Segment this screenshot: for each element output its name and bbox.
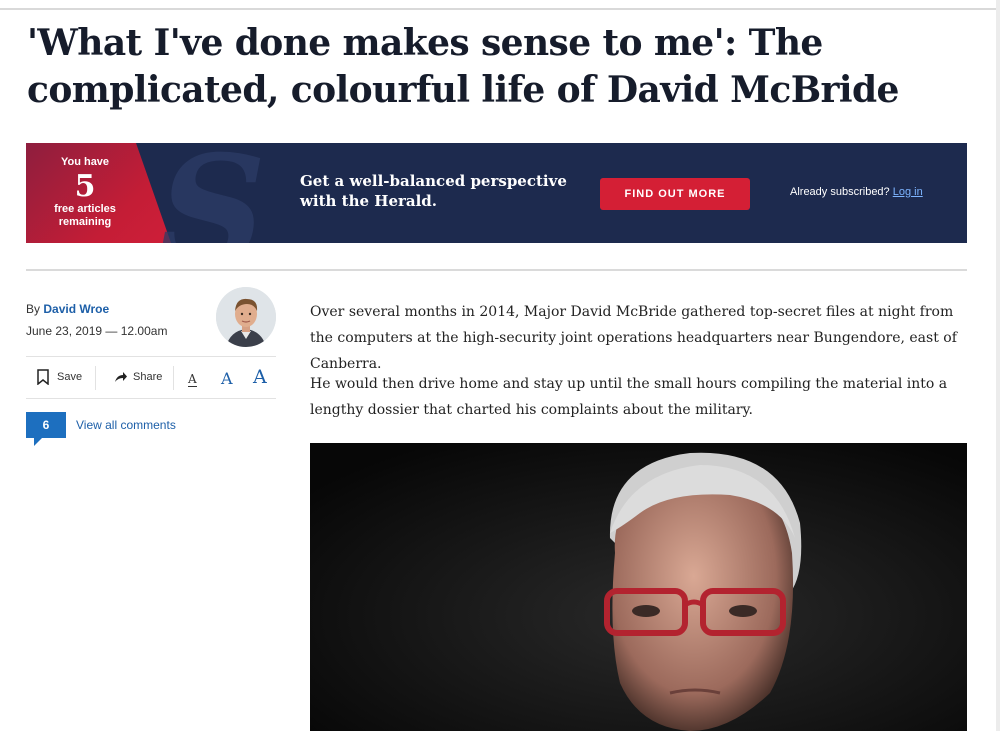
view-all-comments-link[interactable]: View all comments: [76, 418, 176, 432]
already-subscribed-text: Already subscribed?: [790, 186, 890, 198]
comment-bubble-tail: [34, 438, 42, 446]
tool-separator: [95, 366, 96, 390]
already-subscribed: Already subscribed? Log in: [790, 186, 923, 198]
byline-prefix: By: [26, 302, 41, 316]
free-articles-counter: You have 5 free articles remaining: [26, 143, 144, 243]
bookmark-icon: [37, 369, 49, 385]
section-divider: [26, 269, 967, 271]
portrait-photo-image: [310, 443, 967, 731]
article-paragraph: He would then drive home and stay up unt…: [310, 376, 948, 418]
save-label: Save: [57, 371, 83, 383]
remaining-label: remaining: [58, 216, 112, 228]
article-count: 5: [74, 169, 96, 204]
article-paragraph: Over several months in 2014, Major David…: [310, 304, 957, 372]
free-articles-label: free articles: [54, 203, 116, 215]
font-size-small-button[interactable]: A: [188, 372, 197, 387]
save-button[interactable]: Save: [36, 364, 82, 390]
tools-bottom-divider: [26, 398, 276, 399]
comment-bubble-icon[interactable]: 6: [26, 412, 66, 438]
scrollbar-track[interactable]: [996, 0, 1000, 731]
publish-date: June 23, 2019 — 12.00am: [26, 324, 168, 338]
you-have-label: You have: [60, 156, 110, 168]
top-divider: [0, 8, 1000, 10]
font-size-medium-button[interactable]: A: [221, 369, 233, 388]
tool-separator: [173, 366, 174, 390]
share-arrow-icon: [115, 372, 127, 382]
share-button[interactable]: Share: [114, 364, 162, 390]
author-avatar[interactable]: [216, 287, 276, 347]
herald-logo-watermark: S: [158, 143, 267, 243]
article-headline: 'What I've done makes sense to me': The …: [27, 22, 899, 111]
find-out-more-button[interactable]: FIND OUT MORE: [600, 178, 750, 210]
subscription-banner: You have 5 free articles remaining S Get…: [26, 143, 967, 243]
share-label: Share: [133, 371, 163, 383]
tools-top-divider: [26, 356, 276, 357]
author-link[interactable]: David Wroe: [43, 302, 109, 316]
login-link[interactable]: Log in: [893, 186, 923, 198]
font-size-large-button[interactable]: A: [253, 366, 267, 388]
free-articles-remaining-label: free articles remaining: [26, 203, 144, 229]
author-portrait-icon: [216, 287, 276, 347]
byline: By David Wroe: [26, 302, 109, 316]
article-lead-photo: [310, 443, 967, 731]
promo-message: Get a well-balanced perspective with the…: [300, 172, 567, 210]
